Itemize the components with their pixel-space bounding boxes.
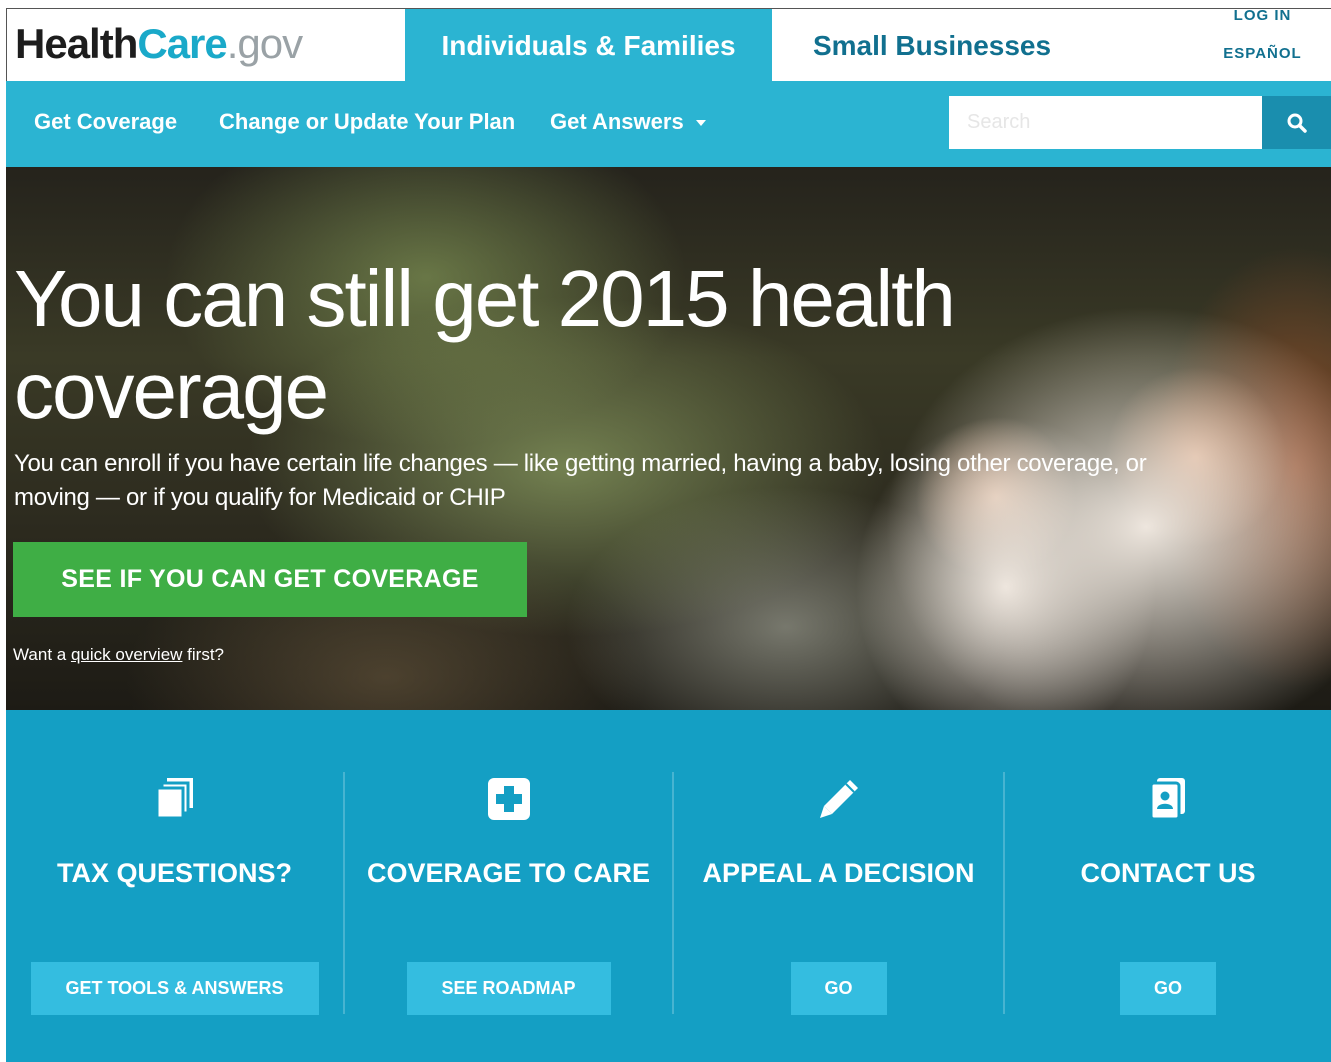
card-title: TAX QUESTIONS? [56,858,292,888]
overview-prefix: Want a [13,645,71,664]
card-title: CONTACT US [1080,858,1256,888]
contact-card-icon [1143,774,1193,824]
main-nav: Get Coverage Change or Update Your Plan … [6,81,1331,167]
get-tools-answers-button[interactable]: GET TOOLS & ANSWERS [30,962,319,1015]
card-title: COVERAGE TO CARE [366,858,651,888]
card-title: APPEAL A DECISION [702,858,975,888]
nav-item-get-answers[interactable]: Get Answers [550,109,706,135]
pencil-icon [814,774,864,824]
search-icon [1287,113,1307,133]
feature-cards: TAX QUESTIONS? GET TOOLS & ANSWERS COVER… [6,710,1331,1062]
healthcare-gov-logo[interactable]: HealthCare.gov [15,19,303,69]
nav-item-label: Get Coverage [34,109,178,134]
quick-overview-prompt: Want a quick overview first? [13,645,224,665]
see-roadmap-button[interactable]: SEE ROADMAP [406,962,611,1015]
hero-title: You can still get 2015 health coverage [14,254,956,435]
contact-go-button[interactable]: GO [1120,962,1216,1015]
appeal-go-button[interactable]: GO [790,962,887,1015]
utility-links: LOG IN ESPAÑOL [1195,7,1330,82]
card-tax-questions: TAX QUESTIONS? GET TOOLS & ANSWERS [6,710,343,1062]
logo-care: Care [137,20,227,67]
medical-cross-icon [484,774,534,824]
tab-individuals-families[interactable]: Individuals & Families [405,9,772,82]
logo-gov: .gov [226,20,303,67]
nav-item-label: Change or Update Your Plan [219,109,516,134]
card-appeal-a-decision: APPEAL A DECISION GO [674,710,1003,1062]
login-link[interactable]: LOG IN [1195,7,1330,24]
espanol-link[interactable]: ESPAÑOL [1195,45,1330,62]
card-coverage-to-care: COVERAGE TO CARE SEE ROADMAP [345,710,672,1062]
hero-subtitle: You can enroll if you have certain life … [14,450,1147,511]
top-header: HealthCare.gov Individuals & Families Sm… [6,7,1331,82]
overview-suffix: first? [182,645,225,664]
nav-item-get-coverage[interactable]: Get Coverage [34,109,177,135]
logo-health: Health [15,20,138,67]
see-if-you-can-get-coverage-button[interactable]: SEE IF YOU CAN GET COVERAGE [13,542,527,617]
caret-down-icon [695,120,706,127]
card-contact-us: CONTACT US GO [1005,710,1331,1062]
nav-item-change-update-plan[interactable]: Change or Update Your Plan [219,109,515,135]
nav-item-label: Get Answers [550,109,684,134]
hero-banner: You can still get 2015 health coverage Y… [6,167,1331,710]
search-input[interactable] [949,96,1262,149]
search-button[interactable] [1262,96,1331,149]
copy-documents-icon [150,774,200,824]
tab-small-businesses[interactable]: Small Businesses [772,9,1092,82]
quick-overview-link[interactable]: quick overview [71,645,183,664]
